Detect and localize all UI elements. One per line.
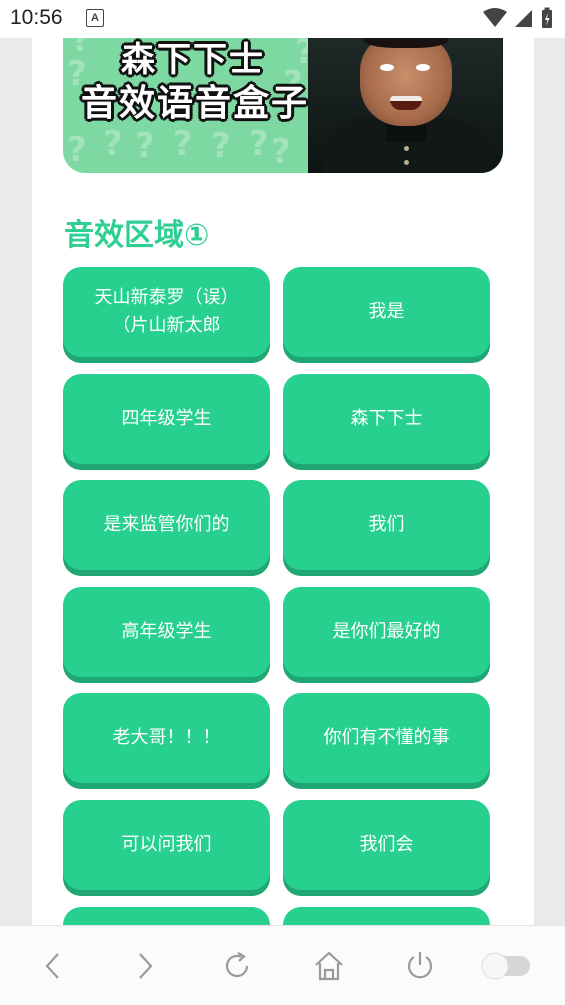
- sound-button[interactable]: 可以问我们: [63, 800, 270, 890]
- section-title: 音效区域①: [64, 218, 210, 253]
- status-time: 10:56: [10, 6, 63, 29]
- toggle-icon[interactable]: [478, 948, 534, 984]
- sound-button[interactable]: 我们: [283, 480, 490, 570]
- portrait-photo: [308, 38, 503, 173]
- status-bar: 10:56 A: [0, 0, 565, 38]
- browser-nav-bar: [0, 925, 565, 1005]
- sound-button[interactable]: 四年级学生: [63, 374, 270, 464]
- sound-button[interactable]: 森下下士: [283, 374, 490, 464]
- back-icon[interactable]: [36, 948, 72, 984]
- sound-button[interactable]: 你们有不懂的事: [283, 693, 490, 783]
- status-icons: [483, 6, 553, 30]
- sound-button[interactable]: 是你们最好的: [283, 587, 490, 677]
- content-card: ? ? ? ? ? ? ? ? ? ? ? 森下下士 音效语音盒子 音效区域① …: [32, 38, 534, 925]
- sound-button[interactable]: [283, 907, 490, 925]
- sound-button[interactable]: 天山新泰罗（误） （片山新太郎: [63, 267, 270, 357]
- signal-icon: [515, 10, 532, 27]
- sound-button[interactable]: 我们会: [283, 800, 490, 890]
- sound-button[interactable]: 我是: [283, 267, 490, 357]
- refresh-icon[interactable]: [219, 948, 255, 984]
- battery-icon: [542, 7, 552, 28]
- forward-icon[interactable]: [127, 948, 163, 984]
- sound-button[interactable]: 老大哥！！！: [63, 693, 270, 783]
- banner-title-line2: 音效语音盒子: [81, 83, 310, 124]
- home-icon[interactable]: [311, 948, 347, 984]
- wifi-icon: [483, 8, 507, 27]
- sound-button[interactable]: 是来监管你们的: [63, 480, 270, 570]
- sound-button[interactable]: 高年级学生: [63, 587, 270, 677]
- notification-a-icon: A: [86, 9, 104, 27]
- sound-button[interactable]: [63, 907, 270, 925]
- banner-image: ? ? ? ? ? ? ? ? ? ? ? 森下下士 音效语音盒子: [63, 38, 503, 173]
- power-icon[interactable]: [402, 948, 438, 984]
